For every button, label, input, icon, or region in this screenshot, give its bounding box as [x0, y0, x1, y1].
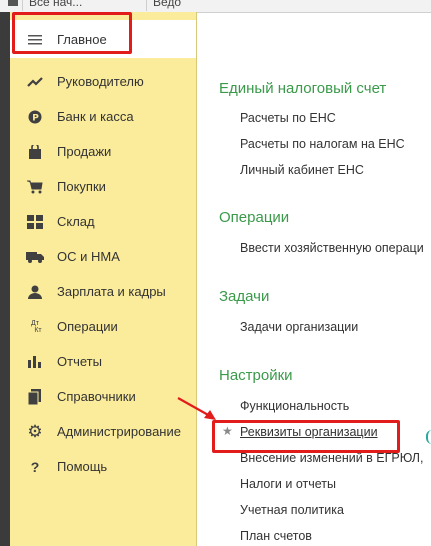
link-chart-of-accounts[interactable]: План счетов — [240, 529, 312, 543]
sidebar-item-help[interactable]: ? Помощь — [10, 449, 196, 484]
sidebar-item-administration[interactable]: ⚙ Администрирование — [10, 414, 196, 449]
sidebar-item-main[interactable]: Главное — [10, 22, 196, 57]
sidebar-item-label: Администрирование — [57, 424, 181, 439]
edge-partial-icon — [426, 430, 431, 444]
sidebar-item-purchases[interactable]: Покупки — [10, 169, 196, 204]
sidebar-item-directories[interactable]: Справочники — [10, 379, 196, 414]
sidebar-item-warehouse[interactable]: Склад — [10, 204, 196, 239]
dt-kt-icon-top: Дт — [31, 319, 39, 327]
truck-icon — [23, 247, 47, 267]
link-functionality[interactable]: Функциональность — [240, 399, 349, 413]
section-title-settings: Настройки — [219, 367, 293, 384]
bar-chart-icon — [23, 352, 47, 372]
sidebar-item-label: Помощь — [57, 459, 108, 474]
link-ens-cabinet[interactable]: Личный кабинет ЕНС — [240, 163, 364, 177]
dt-kt-icon-bottom: Кт — [34, 326, 42, 334]
sidebar-item-fixed-assets[interactable]: ОС и НМА — [10, 239, 196, 274]
sidebar-item-label: ОС и НМА — [57, 249, 120, 264]
section-title-tasks: Задачи — [219, 288, 270, 305]
question-icon: ? — [30, 458, 40, 475]
red-arrow-icon — [177, 397, 216, 420]
apps-grid-icon[interactable] — [8, 0, 18, 6]
ruble-coin-icon: P — [23, 107, 47, 127]
cart-icon — [23, 177, 47, 197]
sidebar-item-label: Главное — [57, 32, 107, 47]
svg-text:P: P — [32, 113, 39, 123]
shopping-bag-icon — [23, 142, 47, 162]
sidebar: Главное Руководителю P Банк и касса Прод… — [10, 12, 197, 546]
link-org-details[interactable]: Реквизиты организации — [240, 425, 378, 439]
sidebar-item-manager[interactable]: Руководителю — [10, 64, 196, 99]
sidebar-item-sales[interactable]: Продажи — [10, 134, 196, 169]
sidebar-item-label: Справочники — [57, 389, 136, 404]
sidebar-item-label: Зарплата и кадры — [57, 284, 166, 299]
sidebar-item-reports[interactable]: Отчеты — [10, 344, 196, 379]
gear-icon: ⚙ — [27, 421, 43, 441]
trend-icon — [23, 72, 47, 92]
favorite-star-icon[interactable]: ★ — [222, 424, 233, 438]
menu-icon — [23, 30, 47, 50]
sidebar-item-label: Отчеты — [57, 354, 102, 369]
warehouse-grid-icon — [23, 212, 47, 232]
tab-reports[interactable]: Ведо — [146, 0, 219, 11]
link-egrul-changes[interactable]: Внесение изменений в ЕГРЮЛ, — [240, 451, 423, 465]
sidebar-item-label: Склад — [57, 214, 95, 229]
link-ens-payments[interactable]: Расчеты по ЕНС — [240, 111, 336, 125]
sidebar-item-label: Руководителю — [57, 74, 144, 89]
tab-all-start[interactable]: Все нач... — [22, 0, 145, 11]
book-icon — [23, 387, 47, 407]
link-enter-operation[interactable]: Ввести хозяйственную операци — [240, 241, 424, 255]
link-taxes-reports[interactable]: Налоги и отчеты — [240, 477, 336, 491]
link-accounting-policy[interactable]: Учетная политика — [240, 503, 344, 517]
sidebar-item-label: Покупки — [57, 179, 106, 194]
link-ens-tax-payments[interactable]: Расчеты по налогам на ЕНС — [240, 137, 405, 151]
sidebar-item-bank[interactable]: P Банк и касса — [10, 99, 196, 134]
sidebar-item-label: Операции — [57, 319, 118, 334]
sidebar-item-operations[interactable]: Дт Кт Операции — [10, 309, 196, 344]
sidebar-item-label: Продажи — [57, 144, 112, 159]
section-title-ens: Единый налоговый счет — [219, 80, 387, 97]
link-org-tasks[interactable]: Задачи организации — [240, 320, 358, 334]
person-icon — [23, 282, 47, 302]
left-dark-strip — [0, 12, 10, 546]
sidebar-item-salary[interactable]: Зарплата и кадры — [10, 274, 196, 309]
sidebar-item-label: Банк и касса — [57, 109, 134, 124]
section-title-operations: Операции — [219, 209, 290, 226]
dt-kt-icon: Дт Кт — [23, 317, 47, 337]
